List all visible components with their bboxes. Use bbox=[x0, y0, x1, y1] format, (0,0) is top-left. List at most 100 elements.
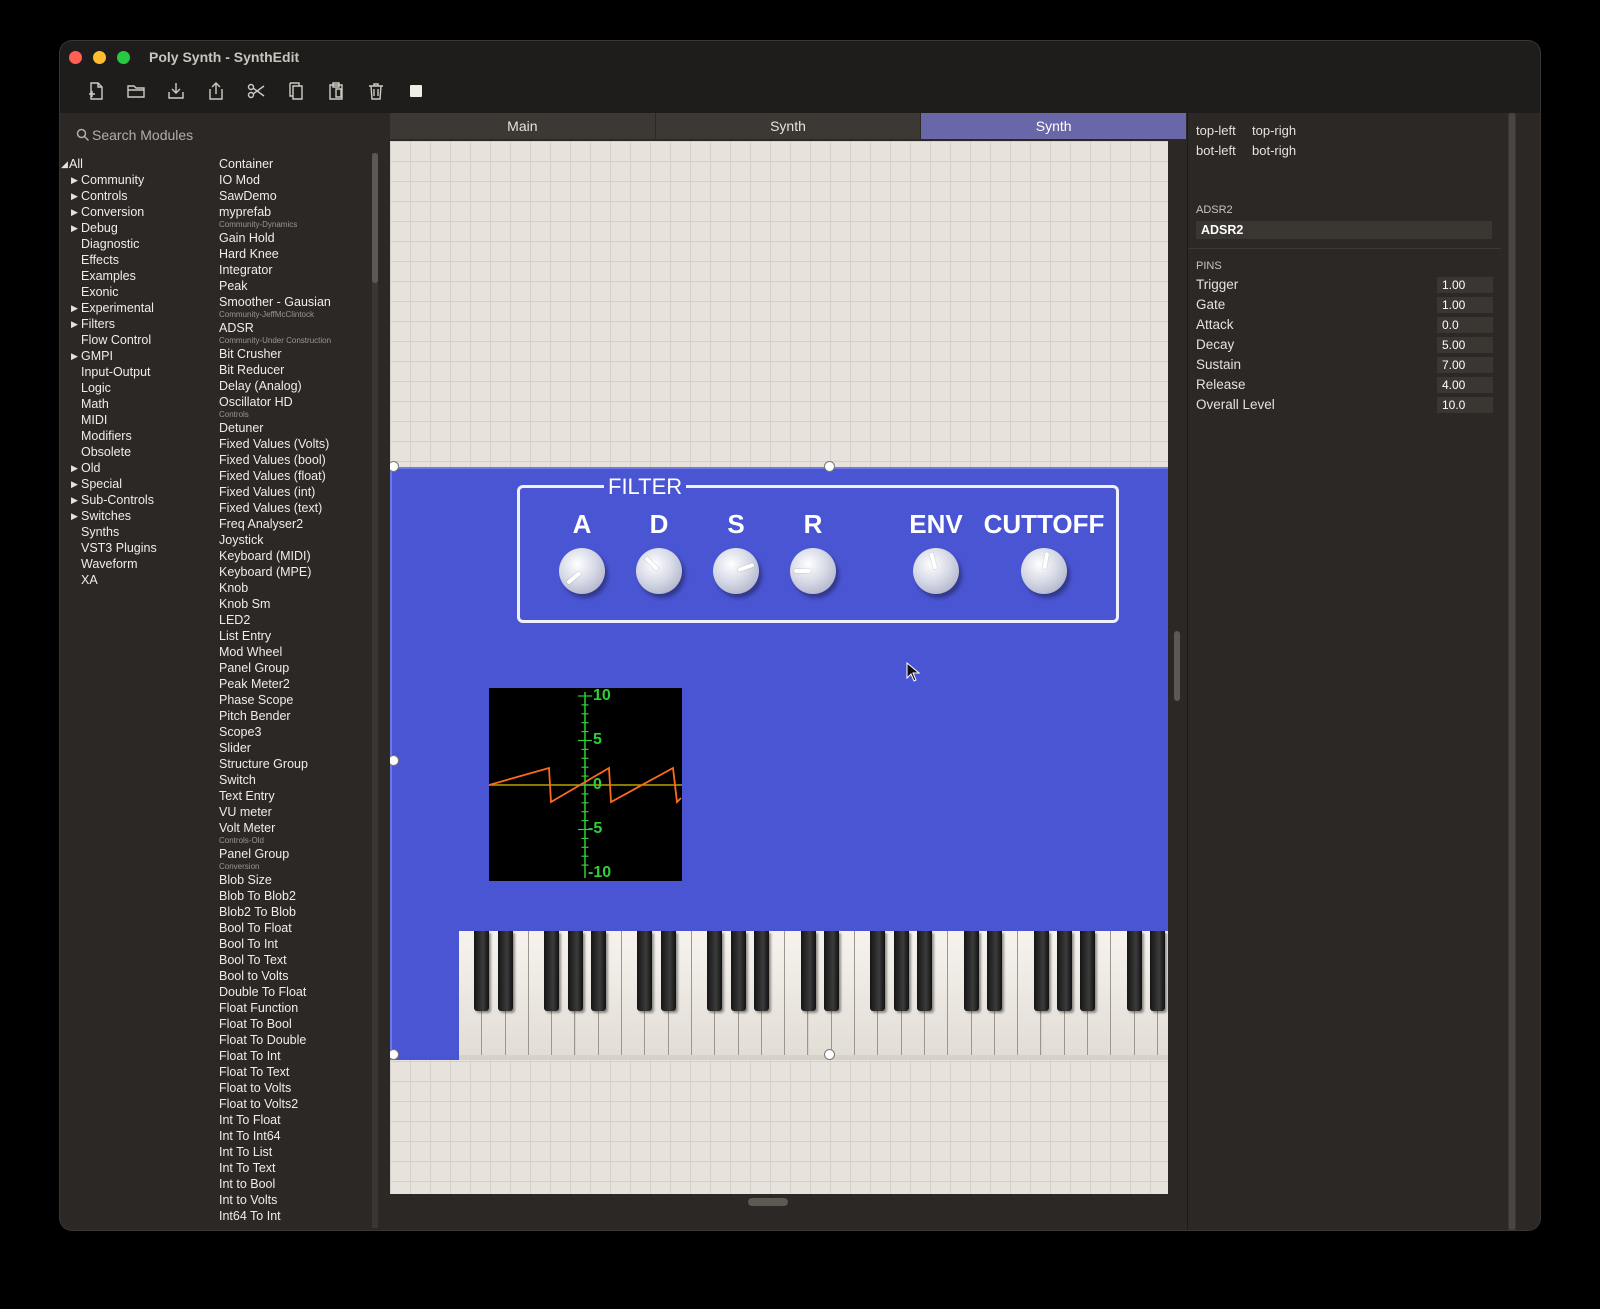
category-item[interactable]: ▶ Experimental bbox=[60, 300, 210, 316]
black-key[interactable] bbox=[707, 931, 723, 1011]
synth-panel[interactable]: FILTER A D S R ENV CUTTOFF 10 5 0 -5 -10 bbox=[390, 467, 1168, 1060]
canvas-horizontal-scrollbar[interactable] bbox=[390, 1196, 1168, 1208]
disclosure-arrow-icon[interactable]: ▶ bbox=[71, 348, 78, 364]
black-key[interactable] bbox=[1033, 931, 1049, 1011]
disclosure-arrow-icon[interactable]: ▶ bbox=[71, 220, 78, 236]
category-item[interactable]: Input-Output bbox=[60, 364, 210, 380]
new-file-button[interactable] bbox=[76, 77, 116, 105]
category-item[interactable]: Waveform bbox=[60, 556, 210, 572]
cut-button[interactable] bbox=[236, 77, 276, 105]
knob-d[interactable] bbox=[636, 548, 682, 594]
category-item[interactable]: VST3 Plugins bbox=[60, 540, 210, 556]
search-input[interactable] bbox=[92, 122, 372, 148]
resize-handle[interactable] bbox=[824, 461, 835, 472]
category-item[interactable]: ◢ All bbox=[60, 156, 210, 172]
black-key[interactable] bbox=[637, 931, 653, 1011]
open-button[interactable] bbox=[116, 77, 156, 105]
pin-value-field[interactable]: 1.00 bbox=[1437, 297, 1493, 313]
category-item[interactable]: ▶ Sub-Controls bbox=[60, 492, 210, 508]
resize-handle[interactable] bbox=[824, 1049, 835, 1060]
module-name-field[interactable]: ADSR2 bbox=[1196, 221, 1492, 239]
knob-cuttoff[interactable] bbox=[1021, 548, 1067, 594]
export-button[interactable] bbox=[196, 77, 236, 105]
pin-value-field[interactable]: 1.00 bbox=[1437, 277, 1493, 293]
disclosure-arrow-icon[interactable]: ▶ bbox=[71, 172, 78, 188]
black-key[interactable] bbox=[1126, 931, 1142, 1011]
disclosure-arrow-icon[interactable]: ▶ bbox=[71, 508, 78, 524]
black-key[interactable] bbox=[1150, 931, 1165, 1011]
pin-value-field[interactable]: 10.0 bbox=[1437, 397, 1493, 413]
piano-keyboard[interactable] bbox=[459, 931, 1168, 1060]
category-item[interactable]: ▶ Community bbox=[60, 172, 210, 188]
black-key[interactable] bbox=[986, 931, 1002, 1011]
pin-value-field[interactable]: 7.00 bbox=[1437, 357, 1493, 373]
black-key[interactable] bbox=[917, 931, 932, 1011]
import-button[interactable] bbox=[156, 77, 196, 105]
pin-value-field[interactable]: 5.00 bbox=[1437, 337, 1493, 353]
disclosure-arrow-icon[interactable]: ▶ bbox=[71, 204, 78, 220]
pin-value-field[interactable]: 4.00 bbox=[1437, 377, 1493, 393]
tab-3[interactable]: Synth bbox=[921, 113, 1188, 139]
black-key[interactable] bbox=[1080, 931, 1096, 1011]
category-item[interactable]: ▶ Switches bbox=[60, 508, 210, 524]
category-item[interactable]: Diagnostic bbox=[60, 236, 210, 252]
category-item[interactable]: ▶ Controls bbox=[60, 188, 210, 204]
module-list-scrollbar[interactable] bbox=[372, 153, 378, 1228]
category-item[interactable]: ▶ Filters bbox=[60, 316, 210, 332]
black-key[interactable] bbox=[567, 931, 583, 1011]
category-item[interactable]: ▶ GMPI bbox=[60, 348, 210, 364]
panel-canvas[interactable]: FILTER A D S R ENV CUTTOFF 10 5 0 -5 -10 bbox=[390, 141, 1168, 1194]
category-item[interactable]: Examples bbox=[60, 268, 210, 284]
stop-button[interactable] bbox=[396, 77, 436, 105]
paste-button[interactable] bbox=[316, 77, 356, 105]
black-key[interactable] bbox=[1056, 931, 1072, 1011]
category-item[interactable]: Effects bbox=[60, 252, 210, 268]
black-key[interactable] bbox=[497, 931, 513, 1011]
category-item[interactable]: Flow Control bbox=[60, 332, 210, 348]
black-key[interactable] bbox=[893, 931, 909, 1011]
scrollbar-thumb[interactable] bbox=[1174, 631, 1180, 701]
disclosure-arrow-icon[interactable]: ▶ bbox=[71, 188, 78, 204]
category-item[interactable]: Synths bbox=[60, 524, 210, 540]
scrollbar-thumb[interactable] bbox=[372, 153, 378, 283]
category-item[interactable]: XA bbox=[60, 572, 210, 588]
close-window-button[interactable] bbox=[69, 51, 82, 64]
category-item[interactable]: ▶ Old bbox=[60, 460, 210, 476]
align-bottom-right[interactable]: bot-righ bbox=[1252, 141, 1308, 161]
tab-1[interactable]: Main bbox=[390, 113, 656, 139]
disclosure-arrow-icon[interactable]: ▶ bbox=[71, 460, 78, 476]
category-item[interactable]: Math bbox=[60, 396, 210, 412]
black-key[interactable] bbox=[544, 931, 560, 1011]
align-top-right[interactable]: top-righ bbox=[1252, 121, 1308, 141]
zoom-window-button[interactable] bbox=[117, 51, 130, 64]
pin-value-field[interactable]: 0.0 bbox=[1437, 317, 1493, 333]
category-item[interactable]: Exonic bbox=[60, 284, 210, 300]
category-item[interactable]: ▶ Special bbox=[60, 476, 210, 492]
black-key[interactable] bbox=[474, 931, 490, 1011]
category-item[interactable]: Obsolete bbox=[60, 444, 210, 460]
black-key[interactable] bbox=[870, 931, 886, 1011]
align-bottom-left[interactable]: bot-left bbox=[1196, 141, 1252, 161]
knob-s[interactable] bbox=[713, 548, 759, 594]
scrollbar-thumb[interactable] bbox=[748, 1198, 788, 1206]
minimize-window-button[interactable] bbox=[93, 51, 106, 64]
knob-r[interactable] bbox=[790, 548, 836, 594]
knob-env[interactable] bbox=[913, 548, 959, 594]
category-item[interactable]: ▶ Conversion bbox=[60, 204, 210, 220]
black-key[interactable] bbox=[730, 931, 746, 1011]
scrollbar-thumb[interactable] bbox=[1509, 113, 1515, 1230]
black-key[interactable] bbox=[800, 931, 816, 1011]
tab-2[interactable]: Synth bbox=[655, 113, 922, 139]
black-key[interactable] bbox=[660, 931, 676, 1011]
category-item[interactable]: MIDI bbox=[60, 412, 210, 428]
copy-button[interactable] bbox=[276, 77, 316, 105]
black-key[interactable] bbox=[963, 931, 979, 1011]
black-key[interactable] bbox=[823, 931, 839, 1011]
disclosure-arrow-icon[interactable]: ▶ bbox=[71, 316, 78, 332]
category-item[interactable]: Logic bbox=[60, 380, 210, 396]
disclosure-arrow-icon[interactable]: ▶ bbox=[71, 476, 78, 492]
delete-button[interactable] bbox=[356, 77, 396, 105]
disclosure-arrow-icon[interactable]: ▶ bbox=[71, 492, 78, 508]
disclosure-arrow-icon[interactable]: ◢ bbox=[61, 156, 68, 172]
black-key[interactable] bbox=[590, 931, 606, 1011]
